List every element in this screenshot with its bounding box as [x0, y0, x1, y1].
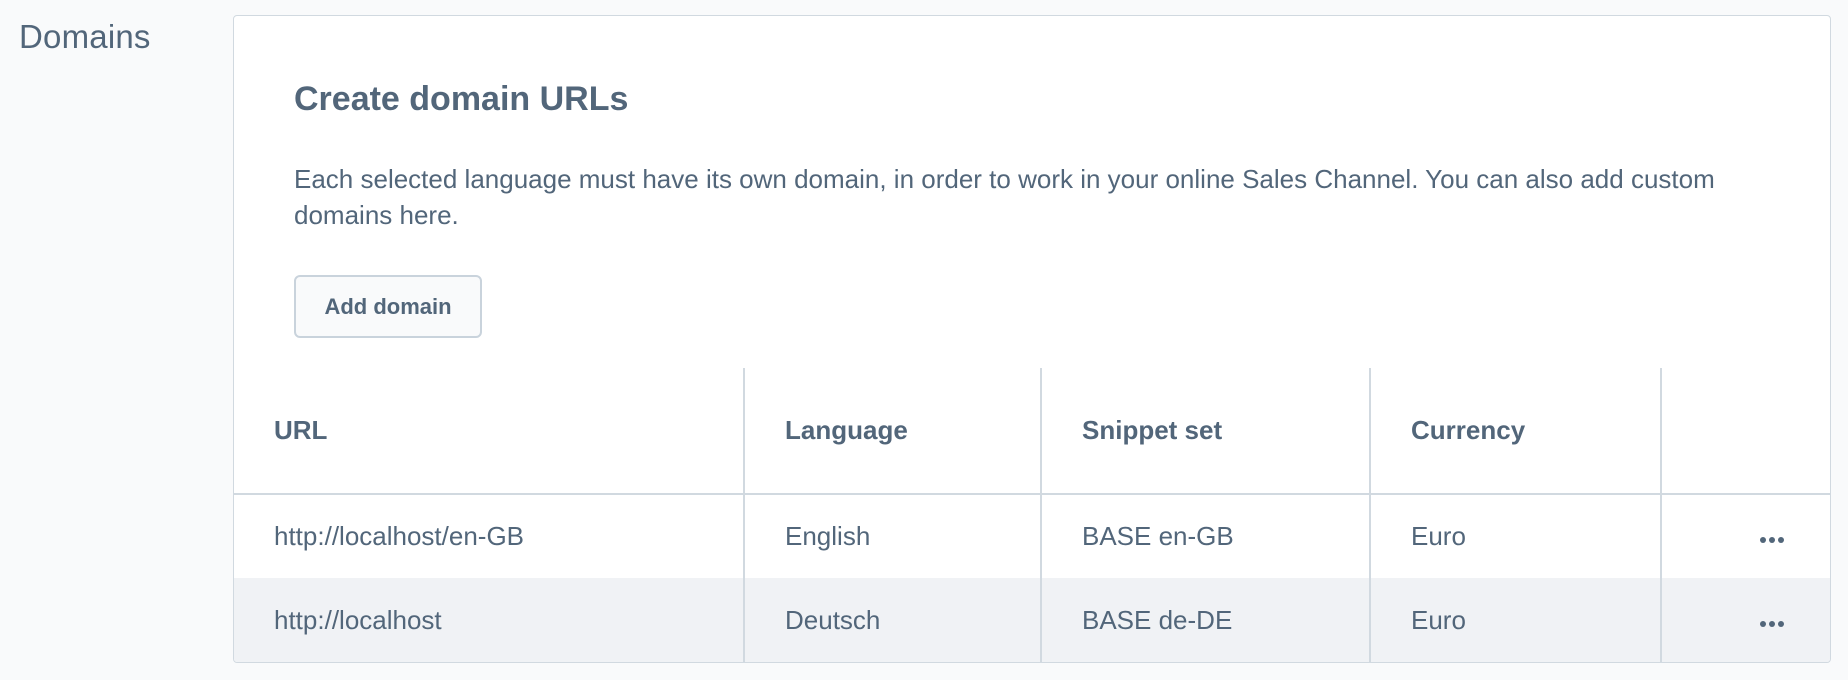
table-row: http://localhost/en-GB English BASE en-G…	[234, 494, 1830, 578]
row-actions-button[interactable]	[1749, 526, 1796, 553]
cell-actions	[1661, 578, 1830, 662]
column-header-actions	[1661, 368, 1830, 495]
cell-language: English	[744, 494, 1042, 578]
column-header-currency[interactable]: Currency	[1370, 368, 1662, 495]
card-description: Each selected language must have its own…	[294, 164, 1715, 230]
cell-snippet-set: BASE de-DE	[1041, 578, 1371, 662]
table-header-row: URL Language Snippet set Currency	[234, 368, 1830, 495]
cell-currency: Euro	[1370, 494, 1662, 578]
domains-card: Create domain URLs Each selected languag…	[233, 15, 1831, 663]
domains-table: URL Language Snippet set Currency http:/…	[234, 368, 1830, 662]
cell-language: Deutsch	[744, 578, 1042, 662]
cell-snippet-set: BASE en-GB	[1041, 494, 1371, 578]
column-header-snippet-set[interactable]: Snippet set	[1041, 368, 1371, 495]
cell-actions	[1661, 494, 1830, 578]
table-row: http://localhost Deutsch BASE de-DE Euro	[234, 578, 1830, 662]
more-horizontal-icon	[1759, 616, 1786, 631]
card-title: Create domain URLs	[294, 80, 629, 118]
column-header-language[interactable]: Language	[744, 368, 1042, 495]
domains-page: Domains Create domain URLs Each selected…	[0, 0, 1848, 680]
cell-url: http://localhost/en-GB	[234, 494, 745, 578]
section-label: Domains	[19, 18, 151, 55]
add-domain-button[interactable]: Add domain	[294, 275, 482, 338]
more-horizontal-icon	[1759, 532, 1786, 547]
cell-url: http://localhost	[234, 578, 745, 662]
column-header-url[interactable]: URL	[234, 368, 745, 495]
cell-currency: Euro	[1370, 578, 1662, 662]
row-actions-button[interactable]	[1749, 610, 1796, 637]
